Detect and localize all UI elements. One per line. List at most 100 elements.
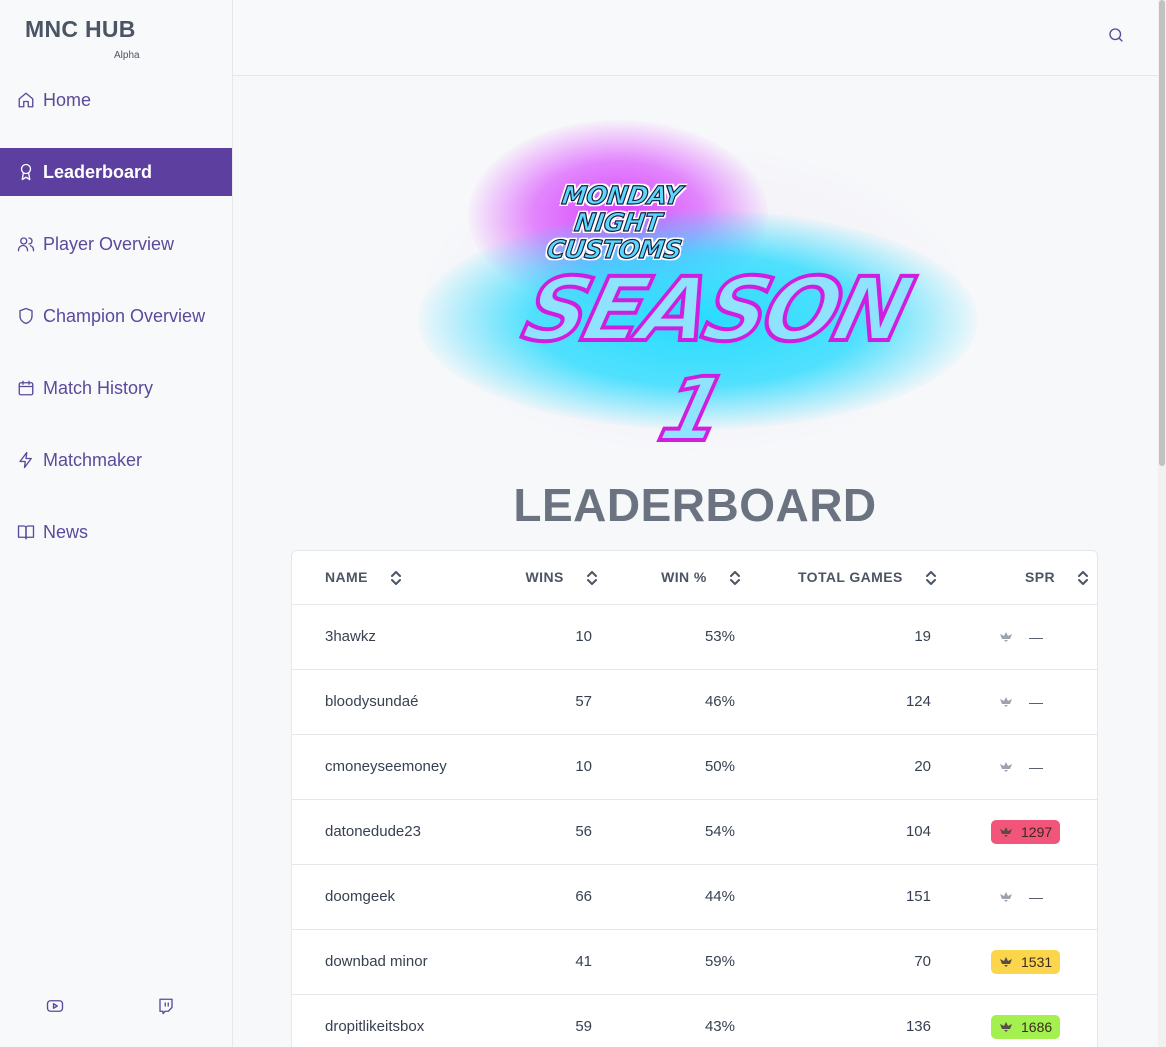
search-icon — [1109, 28, 1123, 42]
win-pct-cell: 46% — [612, 669, 755, 735]
total-games-cell: 19 — [755, 604, 951, 670]
table-row[interactable]: downbad minor 41 59% 70 1531 — [292, 929, 1097, 995]
rank-emblem-icon — [1000, 1021, 1012, 1032]
sidebar-item-player-overview[interactable]: Player Overview — [0, 220, 232, 268]
wins-cell: 66 — [492, 864, 612, 930]
spr-badge: 1686 — [991, 1014, 1061, 1039]
spr-cell: — — [951, 604, 1097, 670]
banner-season-text: SEASON 1 — [512, 256, 921, 463]
spr-value: 1531 — [1021, 953, 1053, 970]
sort-icon[interactable] — [925, 571, 937, 586]
calendar-icon — [17, 379, 35, 397]
spr-cell: — — [951, 734, 1097, 800]
sidebar-item-matchmaker[interactable]: Matchmaker — [0, 436, 232, 484]
sidebar-item-label: Matchmaker — [43, 449, 143, 470]
youtube-icon[interactable] — [45, 996, 65, 1016]
spr-badge: — — [991, 625, 1051, 649]
top-bar — [233, 0, 1158, 76]
brand-title[interactable]: MNC HUB — [25, 16, 136, 43]
total-games-cell: 136 — [755, 994, 951, 1047]
total-games-cell: 151 — [755, 864, 951, 930]
wins-cell: 57 — [492, 669, 612, 735]
player-name-cell[interactable]: doomgeek — [292, 864, 492, 930]
brand-subtitle: Alpha — [114, 50, 140, 61]
player-name-cell[interactable]: downbad minor — [292, 929, 492, 995]
sort-icon[interactable] — [1077, 571, 1089, 586]
player-name-cell[interactable]: bloodysundaé — [292, 669, 492, 735]
table-row[interactable]: dropitlikeitsbox 59 43% 136 1686 — [292, 994, 1097, 1047]
spr-cell: 1531 — [951, 929, 1097, 995]
lightning-icon — [17, 451, 35, 469]
total-games-cell: 104 — [755, 799, 951, 865]
scrollbar-thumb[interactable] — [1159, 0, 1165, 466]
rank-emblem-icon — [1000, 826, 1012, 837]
player-name-cell[interactable]: dropitlikeitsbox — [292, 994, 492, 1047]
sidebar-item-news[interactable]: News — [0, 508, 232, 556]
spr-cell: 1297 — [951, 799, 1097, 865]
wins-cell: 41 — [492, 929, 612, 995]
win-pct-cell: 59% — [612, 929, 755, 995]
column-header-spr[interactable]: SPR — [951, 551, 1097, 605]
table-row[interactable]: bloodysundaé 57 46% 124 — — [292, 669, 1097, 735]
total-games-cell: 124 — [755, 669, 951, 735]
sort-icon[interactable] — [729, 571, 741, 586]
player-name-cell[interactable]: 3hawkz — [292, 604, 492, 670]
spr-value: — — [1029, 888, 1043, 905]
sidebar-item-home[interactable]: Home — [0, 76, 232, 124]
player-name-cell[interactable]: cmoneyseemoney — [292, 734, 492, 800]
sort-icon[interactable] — [586, 571, 598, 586]
sidebar: MNC HUB Alpha Home Leaderboard Player Ov… — [0, 0, 233, 1047]
sidebar-item-leaderboard[interactable]: Leaderboard — [0, 148, 232, 196]
sidebar-item-label: News — [43, 521, 89, 542]
home-icon — [17, 91, 35, 109]
sort-icon[interactable] — [390, 571, 402, 586]
brand[interactable]: MNC HUB Alpha — [25, 16, 140, 61]
total-games-cell: 70 — [755, 929, 951, 995]
banner-logo-text: MONDAY NIGHT CUSTOMS — [544, 180, 684, 264]
spr-cell: — — [951, 669, 1097, 735]
table-row[interactable]: cmoneyseemoney 10 50% 20 — — [292, 734, 1097, 800]
wins-cell: 59 — [492, 994, 612, 1047]
total-games-cell: 20 — [755, 734, 951, 800]
spr-value: — — [1029, 628, 1043, 645]
table-header-row: NAME WINS WIN % TOTAL GAMES SPR — [292, 551, 1097, 605]
sidebar-item-match-history[interactable]: Match History — [0, 364, 232, 412]
page-title: LEADERBOARD — [513, 479, 877, 531]
table-row[interactable]: datonedude23 56 54% 104 1297 — [292, 799, 1097, 865]
spr-value: — — [1029, 693, 1043, 710]
spr-badge: — — [991, 755, 1051, 779]
table-row[interactable]: doomgeek 66 44% 151 — — [292, 864, 1097, 930]
wins-cell: 56 — [492, 799, 612, 865]
twitch-icon[interactable] — [156, 996, 176, 1016]
spr-cell: 1686 — [951, 994, 1097, 1047]
sidebar-item-champion-overview[interactable]: Champion Overview — [0, 292, 232, 340]
spr-badge: 1531 — [991, 949, 1061, 974]
shield-icon — [17, 307, 35, 325]
sidebar-item-label: Player Overview — [43, 233, 175, 254]
sidebar-item-label: Champion Overview — [43, 305, 206, 326]
player-name-cell[interactable]: datonedude23 — [292, 799, 492, 865]
search-button[interactable] — [1106, 26, 1126, 46]
sidebar-item-label: Leaderboard — [43, 161, 153, 182]
column-header-name[interactable]: NAME — [292, 551, 492, 605]
win-pct-cell: 44% — [612, 864, 755, 930]
wins-cell: 10 — [492, 604, 612, 670]
spr-badge: 1297 — [991, 819, 1061, 844]
spr-value: — — [1029, 758, 1043, 775]
win-pct-cell: 54% — [612, 799, 755, 865]
spr-badge: — — [991, 690, 1051, 714]
season-banner: MONDAY NIGHT CUSTOMS SEASON 1 — [398, 100, 978, 463]
spr-value: 1686 — [1021, 1018, 1053, 1035]
spr-value: 1297 — [1021, 823, 1053, 840]
spr-badge: — — [991, 885, 1051, 909]
column-header-total-games[interactable]: TOTAL GAMES — [755, 551, 951, 605]
rank-emblem-icon — [1000, 761, 1012, 772]
column-header-wins[interactable]: WINS — [492, 551, 612, 605]
win-pct-cell: 43% — [612, 994, 755, 1047]
column-header-win-pct[interactable]: WIN % — [612, 551, 755, 605]
sidebar-item-label: Match History — [43, 377, 154, 398]
table-row[interactable]: 3hawkz 10 53% 19 — — [292, 604, 1097, 670]
wins-cell: 10 — [492, 734, 612, 800]
spr-cell: — — [951, 864, 1097, 930]
rank-emblem-icon — [1000, 631, 1012, 642]
